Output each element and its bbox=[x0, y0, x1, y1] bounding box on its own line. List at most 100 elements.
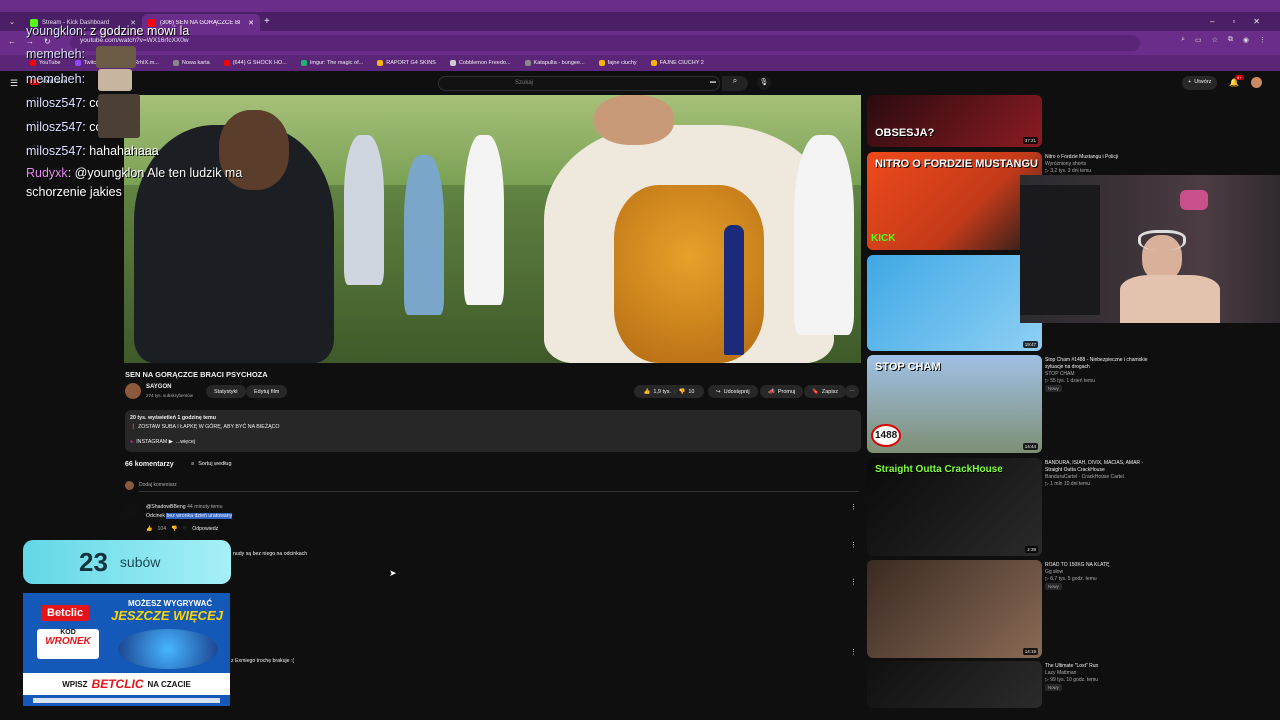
ad-brand: Betclic bbox=[41, 605, 90, 621]
search-input[interactable]: Szukaj bbox=[438, 76, 720, 91]
maximize-icon[interactable]: ▫ bbox=[1232, 17, 1235, 26]
video-bystander bbox=[404, 155, 444, 315]
video-head-right bbox=[594, 95, 674, 145]
keyboard-icon[interactable]: ▬ bbox=[710, 79, 716, 85]
avatar[interactable] bbox=[1251, 77, 1262, 88]
video-player[interactable] bbox=[124, 95, 861, 363]
video-bystander bbox=[344, 135, 384, 285]
zoom-icon[interactable]: ⌕ bbox=[1181, 36, 1185, 44]
chat-emote bbox=[98, 69, 132, 91]
bookmark-item[interactable]: Imgur: The magic of... bbox=[300, 60, 363, 66]
headset bbox=[1138, 230, 1186, 250]
back-icon[interactable]: ← bbox=[8, 37, 16, 46]
voice-search-button[interactable]: 🎙 bbox=[757, 76, 771, 90]
show-more-link[interactable]: ...więcej bbox=[176, 438, 195, 447]
forward-icon[interactable]: → bbox=[26, 37, 34, 46]
heart-icon[interactable]: ♡ bbox=[183, 526, 188, 532]
tab-list-icon[interactable]: ⌄ bbox=[0, 18, 24, 26]
save-button[interactable]: 🔖 Zapisz bbox=[804, 385, 847, 398]
promote-button[interactable]: 📣 Promuj bbox=[760, 385, 804, 398]
video-bystander bbox=[464, 135, 504, 305]
comment-count: 66 komentarzy bbox=[125, 461, 174, 468]
url-field[interactable]: youtube.com/watch?v=WX16rfcXX0w bbox=[70, 35, 1140, 51]
add-comment-input[interactable]: Dodaj komentarz bbox=[139, 482, 859, 492]
video-meta[interactable]: Stop Cham #1488 - Niebezpieczne i chamsk… bbox=[1045, 357, 1155, 393]
chat-text: hahahahaaa bbox=[85, 144, 159, 158]
comment-author[interactable]: @ShadowBBeng 44 minuty temu bbox=[146, 504, 223, 510]
more-actions-button[interactable]: ⋯ bbox=[845, 385, 859, 398]
new-tab-icon[interactable]: + bbox=[264, 16, 270, 27]
create-button[interactable]: + Utwórz bbox=[1182, 76, 1218, 90]
video-meta[interactable]: BANDURA, ISIAH, DIVIX, MACIAS, AMAR - St… bbox=[1045, 460, 1155, 488]
video-thumbnail[interactable] bbox=[867, 661, 1042, 708]
video-thumbnail[interactable]: 19:47 bbox=[867, 255, 1042, 351]
neon-sign bbox=[1180, 190, 1208, 210]
menu-icon[interactable]: ⋮ bbox=[1259, 36, 1266, 44]
video-views-date: ▷ 6,7 tys. 5 godz. temu bbox=[1045, 576, 1097, 582]
extensions-icon[interactable]: ⧉ bbox=[1228, 36, 1233, 44]
video-bystander bbox=[794, 135, 854, 335]
video-meta[interactable]: ROAD TO 150KG NA KLATĘ Gg słow ▷ 6,7 tys. … bbox=[1045, 562, 1155, 591]
chat-message: milosz547: co bbox=[26, 120, 102, 134]
comment-menu-icon[interactable]: ⋮ bbox=[850, 648, 857, 656]
cast-icon[interactable]: ▭ bbox=[1195, 36, 1202, 44]
channel-name[interactable]: SAYGON bbox=[146, 384, 171, 390]
comment-menu-icon[interactable]: ⋮ bbox=[850, 503, 857, 511]
thumbnail-badge: 1488 bbox=[871, 424, 902, 447]
stats-button[interactable]: Statystyki bbox=[206, 385, 246, 398]
thumbs-down-icon[interactable]: 👎 bbox=[171, 526, 177, 532]
subscriber-count: 274 tys. subskrybentów bbox=[146, 393, 194, 398]
video-thumbnail[interactable]: STOP CHAM 1488 14:44 bbox=[867, 355, 1042, 453]
bookmark-star-icon[interactable]: ☆ bbox=[1212, 36, 1218, 44]
divider: | bbox=[674, 388, 676, 395]
share-button[interactable]: ↪ Udostępnij bbox=[708, 385, 758, 398]
chat-message: youngklon: z godzine mowi la bbox=[26, 24, 189, 38]
sort-icon: ≡ bbox=[191, 461, 195, 467]
comment-menu-icon[interactable]: ⋮ bbox=[850, 541, 857, 549]
channel-avatar[interactable] bbox=[125, 383, 141, 399]
sub-counter-widget: 23 subów bbox=[23, 540, 231, 584]
video-channel: STOP CHAM bbox=[1045, 371, 1075, 377]
chat-emote bbox=[98, 94, 140, 138]
minimize-icon[interactable]: – bbox=[1210, 17, 1214, 26]
reload-icon[interactable]: ↻ bbox=[44, 37, 51, 46]
close-window-icon[interactable]: ✕ bbox=[1253, 17, 1260, 26]
chat-text: z godzine mowi la bbox=[86, 24, 190, 38]
video-thumbnail[interactable]: OBSESJA? 37:21 bbox=[867, 95, 1042, 147]
search-button[interactable]: ⌕ bbox=[722, 76, 748, 91]
edit-video-button[interactable]: Edytuj film bbox=[246, 385, 288, 398]
comment-author-name[interactable]: @ShadowBBeng bbox=[146, 504, 186, 510]
video-thumbnail[interactable]: Straight Outta CrackHouse 2:39 bbox=[867, 458, 1042, 556]
bookmark-label: Nowa karta bbox=[181, 60, 210, 66]
description-box[interactable]: 20 tys. wyświetleń 1 godzinę temu ❗ ZOST… bbox=[125, 410, 861, 452]
bookmark-favicon-icon bbox=[223, 60, 230, 66]
video-thumbnail[interactable]: NITRO O FORDZIE MUSTANGU KICK bbox=[867, 152, 1042, 250]
bookmark-icon: 🔖 bbox=[812, 388, 819, 395]
video-title-link: ROAD TO 150KG NA KLATĘ bbox=[1045, 562, 1110, 568]
bookmark-item[interactable]: (644) G SHOCK HO... bbox=[223, 60, 287, 66]
close-icon[interactable]: ✕ bbox=[248, 19, 254, 27]
sort-comments-button[interactable]: ≡ Sortuj według bbox=[191, 461, 232, 467]
bookmark-item[interactable]: Cobblemon Freedo... bbox=[449, 60, 511, 66]
like-dislike-button[interactable]: 👍 1,9 tys. | 👎 10 bbox=[634, 385, 704, 398]
bookmark-item[interactable]: fajne ciuchy bbox=[598, 60, 637, 66]
bookmark-item[interactable]: RAPORT G4 SKINS bbox=[377, 60, 436, 66]
video-meta[interactable]: The Ultimate "Lost" Run Lazy Mattman ▷ 99 … bbox=[1045, 663, 1155, 692]
ad-footer: WPISZ BETCLIC NA CZACIE bbox=[23, 673, 230, 695]
bookmark-item[interactable]: Katapulta - bungee... bbox=[524, 60, 585, 66]
comment-text-selected: bez wronka dzień uratowany bbox=[166, 513, 233, 519]
thumbs-up-icon[interactable]: 👍 bbox=[146, 526, 152, 532]
ad-headline-1: MOŻESZ WYGRYWAĆ bbox=[128, 599, 213, 608]
comment-menu-icon[interactable]: ⋮ bbox=[850, 578, 857, 586]
video-meta[interactable]: Nitro o Fordzie Mustangu i Policji Wyróżn… bbox=[1045, 154, 1155, 175]
bookmark-item[interactable]: Nowa karta bbox=[172, 60, 210, 66]
reply-button[interactable]: Odpowiedz bbox=[192, 526, 218, 532]
bookmark-item[interactable]: FAJNE CIUCHY 2 bbox=[650, 60, 704, 66]
streamer-body bbox=[1120, 275, 1220, 323]
chat-separator: : bbox=[81, 72, 86, 86]
bookmark-favicon-icon bbox=[449, 60, 456, 66]
profile-icon[interactable]: ◉ bbox=[1243, 36, 1249, 44]
comment-text: Odcinek bez wronka dzień uratowany bbox=[146, 513, 233, 519]
hamburger-menu-icon[interactable]: ☰ bbox=[10, 78, 18, 89]
video-thumbnail[interactable]: 14:19 bbox=[867, 560, 1042, 658]
